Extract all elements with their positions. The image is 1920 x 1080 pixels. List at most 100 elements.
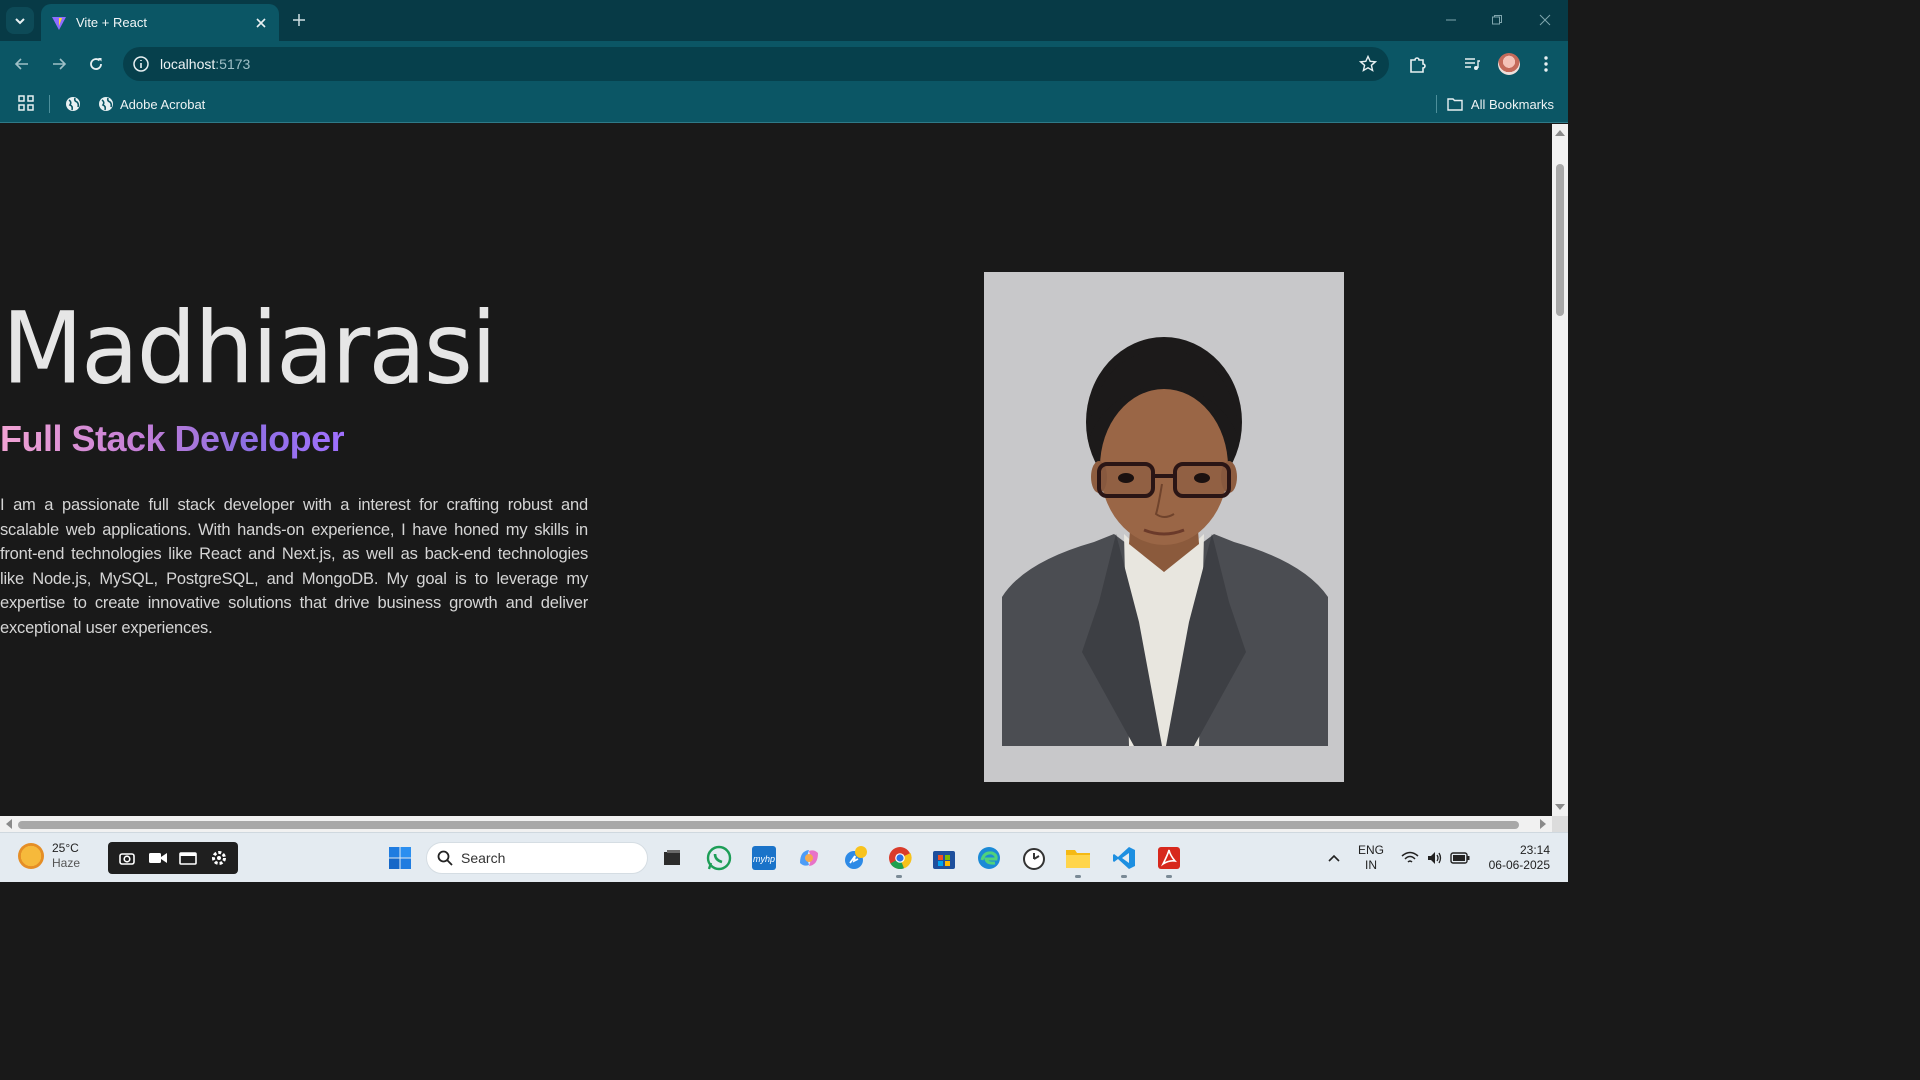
tab-search-button[interactable] [6, 7, 34, 34]
kebab-menu-icon [1544, 56, 1548, 72]
myhp-app[interactable]: myhp [750, 844, 778, 872]
puzzle-icon [1410, 57, 1426, 73]
site-info-icon[interactable] [132, 55, 150, 73]
acrobat-app[interactable] [1155, 844, 1183, 872]
address-bar[interactable]: localhost:5173 [123, 47, 1389, 81]
all-bookmarks-button[interactable]: All Bookmarks [1435, 93, 1554, 115]
svg-text:myhp: myhp [753, 854, 775, 864]
vscode-app[interactable] [1110, 844, 1138, 872]
tab-title: Vite + React [76, 15, 147, 30]
window-capture-icon[interactable] [177, 849, 199, 867]
windows-taskbar: 25°C Haze Search myhp ENG IN 23:14 06-06-… [0, 832, 1568, 882]
hero-bio: I am a passionate full stack developer w… [0, 496, 588, 637]
hero-name: Madhiarasi [2, 292, 497, 407]
minimize-button[interactable] [1436, 8, 1466, 32]
horizontal-scrollbar-thumb[interactable] [18, 821, 1519, 829]
edge-app[interactable] [975, 844, 1003, 872]
bookmark-adobe-acrobat[interactable]: Adobe Acrobat [98, 93, 205, 115]
scroll-down-arrow-icon[interactable] [1552, 801, 1568, 813]
globe-icon [99, 97, 113, 111]
bookmark-separator [1435, 95, 1437, 113]
wifi-icon [1401, 851, 1419, 863]
search-icon [437, 850, 453, 866]
restore-button[interactable] [1482, 8, 1512, 32]
microsoft-store-app[interactable] [930, 844, 958, 872]
media-controls-button[interactable] [1461, 53, 1483, 75]
vscode-icon [1113, 847, 1135, 869]
chevron-down-icon [15, 17, 25, 24]
playlist-icon [1465, 58, 1480, 70]
snip-icon[interactable] [116, 849, 138, 867]
weather-app[interactable] [841, 844, 869, 872]
running-indicator [1166, 875, 1172, 878]
windows-logo-icon [389, 847, 411, 869]
copilot-app[interactable] [795, 844, 823, 872]
browser-toolbar: localhost:5173 [0, 41, 1568, 86]
vertical-scrollbar-thumb[interactable] [1556, 164, 1564, 316]
scrollbar-corner [1552, 816, 1568, 832]
gear-icon[interactable] [208, 849, 230, 867]
arrow-left-icon [14, 58, 28, 70]
start-button[interactable] [386, 844, 414, 872]
region-code: IN [1365, 858, 1377, 872]
language-code: ENG [1358, 843, 1385, 857]
close-window-button[interactable] [1530, 8, 1560, 32]
chrome-app[interactable] [886, 844, 914, 872]
weather-app-icon [845, 846, 867, 869]
vertical-scrollbar[interactable] [1552, 124, 1568, 816]
wifi-status[interactable] [1396, 844, 1424, 872]
weather-widget[interactable]: 25°C Haze [18, 841, 80, 871]
scroll-left-arrow-icon[interactable] [3, 816, 15, 832]
scroll-right-arrow-icon[interactable] [1537, 816, 1549, 832]
whatsapp-icon [706, 845, 732, 871]
globe-icon [66, 97, 80, 111]
close-tab-icon[interactable] [253, 15, 269, 31]
scroll-up-arrow-icon[interactable] [1552, 127, 1568, 139]
bookmarks-bar: Adobe Acrobat All Bookmarks [0, 86, 1568, 123]
language-indicator[interactable]: ENG IN [1358, 843, 1384, 873]
clock-icon [1023, 848, 1045, 870]
vite-logo-icon [51, 15, 67, 31]
volume-status[interactable] [1421, 844, 1449, 872]
search-placeholder: Search [461, 850, 506, 866]
close-icon [1539, 14, 1551, 26]
clock-date-text: 06-06-2025 [1488, 858, 1550, 872]
extensions-button[interactable] [1407, 53, 1429, 75]
all-bookmarks-label: All Bookmarks [1470, 96, 1554, 112]
bookmark-label: Adobe Acrobat [120, 96, 206, 112]
bookmark-star-icon[interactable] [1359, 55, 1377, 73]
profile-avatar[interactable] [1498, 53, 1520, 75]
folder-icon [1447, 98, 1463, 111]
browser-titlebar: Vite + React [0, 0, 1568, 41]
hero-role: Full Stack Developer [0, 418, 345, 459]
chevron-up-icon [1328, 854, 1340, 862]
file-explorer-app[interactable] [1064, 844, 1092, 872]
speaker-icon [1428, 852, 1442, 864]
reload-button[interactable] [83, 51, 109, 77]
taskbar-search-box[interactable]: Search [426, 842, 648, 874]
running-indicator [1121, 875, 1127, 878]
clock-app[interactable] [1020, 844, 1048, 872]
weather-desc: Haze [52, 856, 81, 870]
folder-icon [1066, 850, 1090, 868]
horizontal-scrollbar[interactable] [0, 816, 1552, 832]
restore-icon [1492, 15, 1502, 25]
copilot-icon [800, 850, 818, 866]
whatsapp-app[interactable] [705, 844, 733, 872]
video-camera-icon[interactable] [147, 849, 169, 867]
capture-toolbar [108, 842, 238, 874]
bookmark-globe[interactable] [65, 93, 87, 115]
page-viewport: Madhiarasi Full Stack Developer I am a p… [0, 124, 1552, 816]
back-button[interactable] [9, 51, 35, 77]
minimize-icon [1446, 19, 1456, 21]
forward-button[interactable] [46, 51, 72, 77]
browser-menu-button[interactable] [1535, 53, 1557, 75]
new-tab-button[interactable] [289, 10, 309, 30]
apps-grid-icon[interactable] [17, 94, 35, 112]
battery-status[interactable] [1446, 844, 1474, 872]
clock-date[interactable]: 23:14 06-06-2025 [1484, 843, 1550, 873]
task-view-app[interactable] [658, 844, 686, 872]
show-hidden-icons-button[interactable] [1320, 844, 1348, 872]
sun-haze-icon [18, 843, 44, 869]
browser-tab-active[interactable]: Vite + React [41, 4, 279, 41]
